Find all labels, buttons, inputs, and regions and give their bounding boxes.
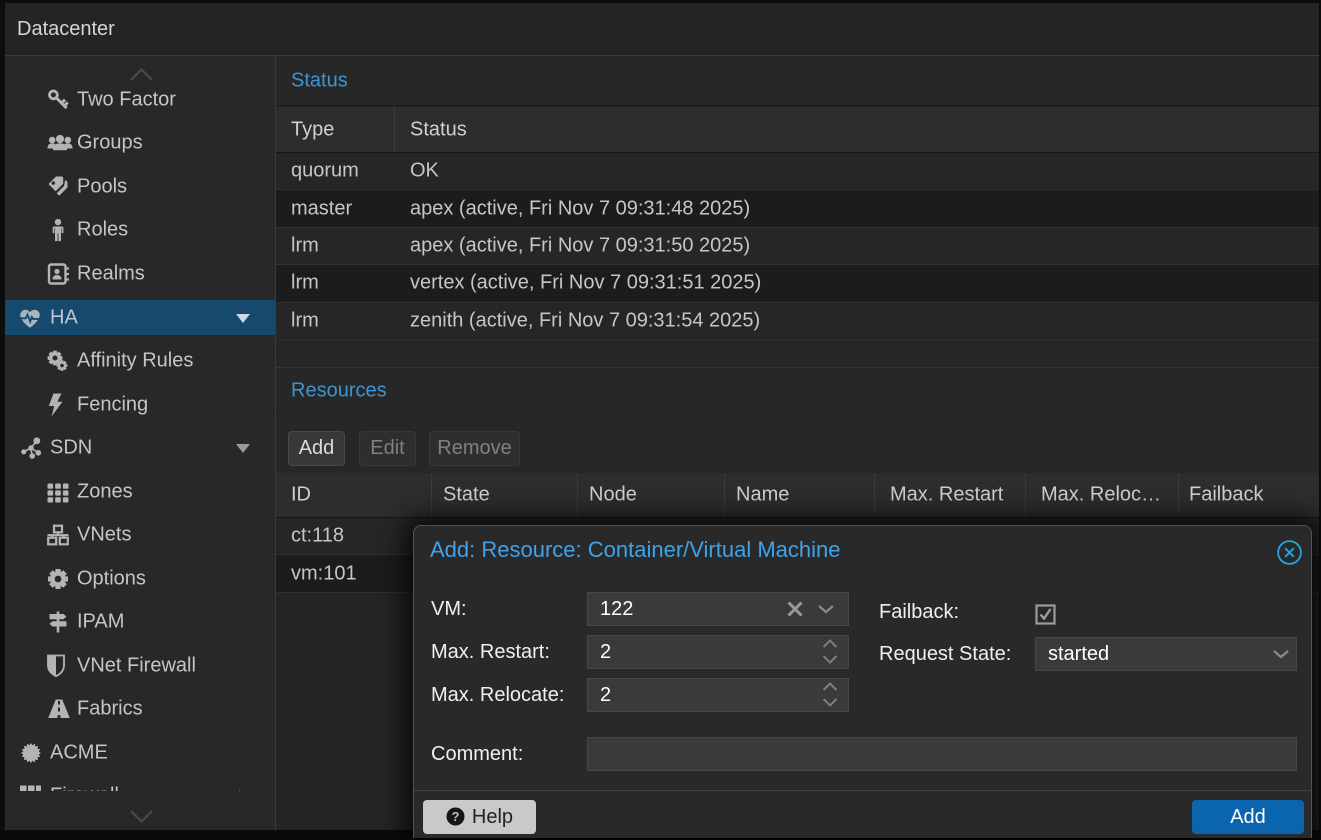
svg-text:?: ? <box>451 809 459 824</box>
